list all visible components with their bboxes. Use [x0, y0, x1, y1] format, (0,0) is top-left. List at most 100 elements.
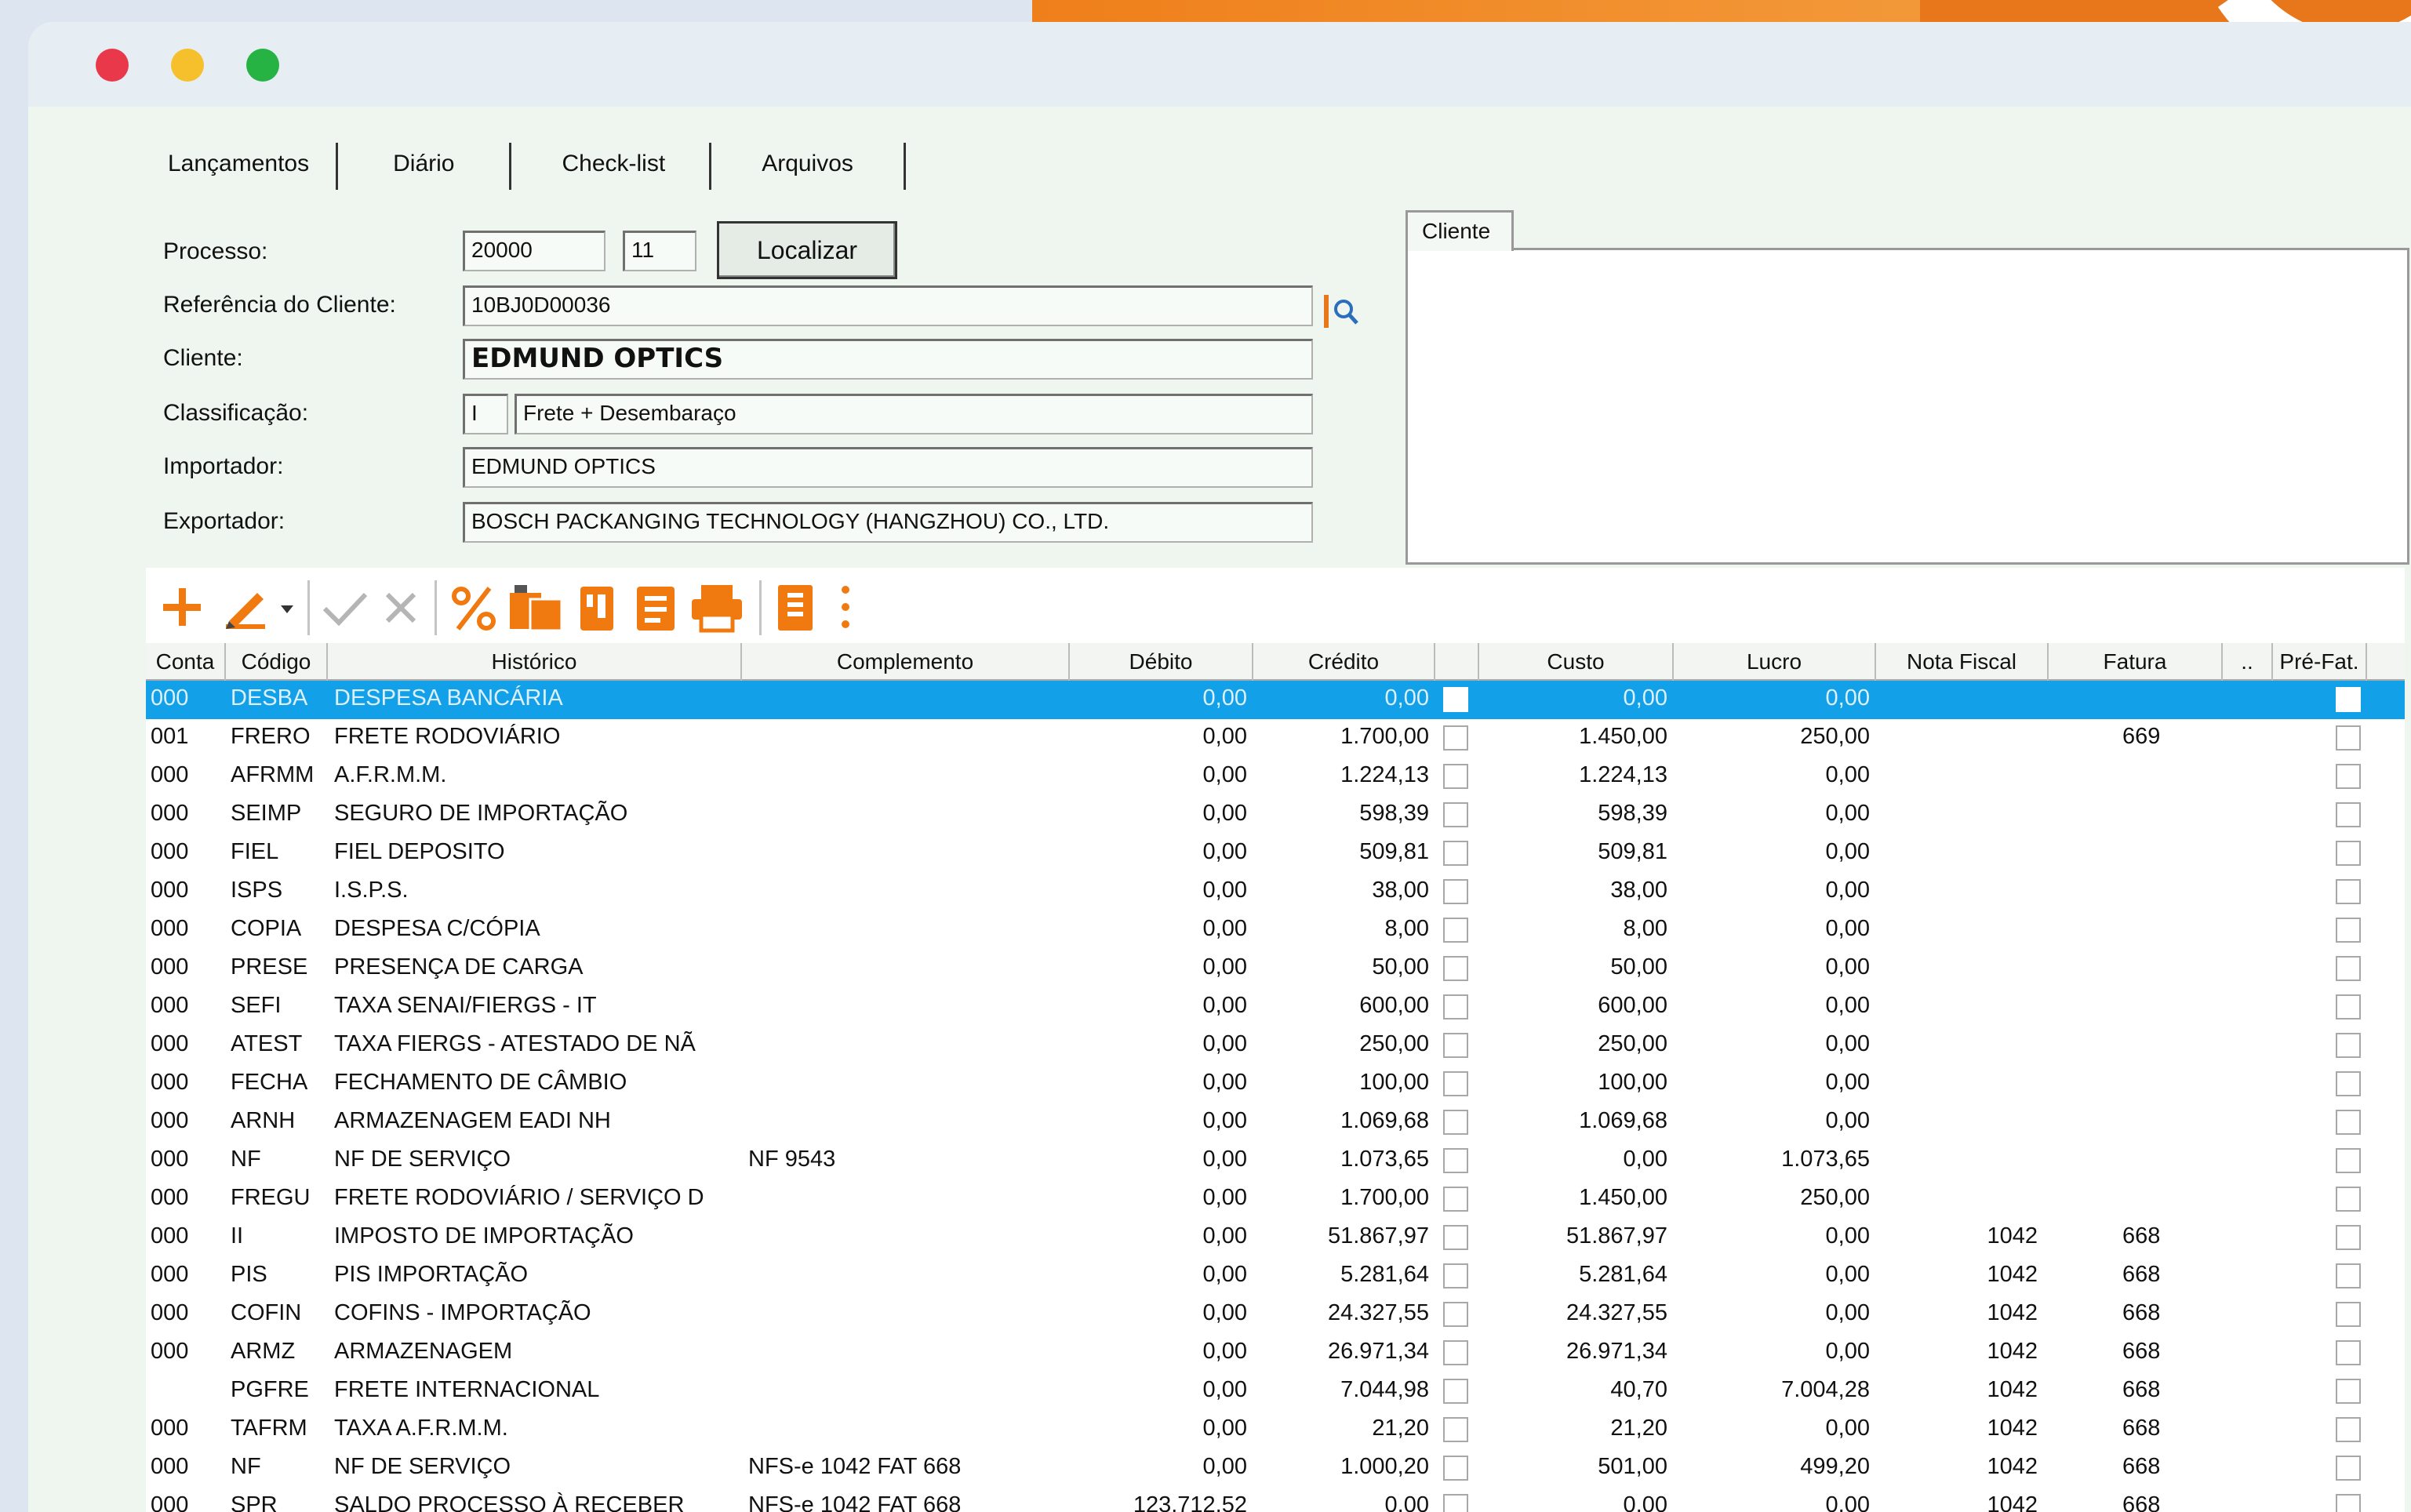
table-row[interactable]: 000 FIEL FIEL DEPOSITO 0,00 509,81 509,81 0,00 [146, 834, 2405, 873]
prefat-checkbox[interactable] [2336, 879, 2361, 904]
prefat-checkbox[interactable] [2336, 1417, 2361, 1442]
prefat-checkbox[interactable] [2336, 1263, 2361, 1288]
row-checkbox[interactable] [1443, 687, 1468, 712]
prefat-checkbox[interactable] [2336, 1071, 2361, 1096]
processo-input[interactable]: 20000 [463, 231, 605, 271]
table-row[interactable]: 000 FREGU FRETE RODOVIÁRIO / SERVIÇO D 0,00… [146, 1180, 2405, 1219]
report-icon[interactable] [632, 579, 679, 635]
processo-seq-input[interactable]: 11 [623, 231, 696, 271]
table-row[interactable]: 000 SEFI TAXA SENAI/FIERGS - IT 0,00 600,00 6… [146, 988, 2405, 1027]
referencia-input[interactable]: 10BJ0D00036 [463, 285, 1313, 326]
row-checkbox[interactable] [1443, 1225, 1468, 1250]
prefat-checkbox[interactable] [2336, 1302, 2361, 1327]
book-icon[interactable] [773, 579, 817, 635]
table-row[interactable]: PGFRE FRETE INTERNACIONAL 0,00 7.044,98 40,7… [146, 1372, 2405, 1411]
edit-icon[interactable] [221, 579, 273, 635]
tab-cliente[interactable]: Cliente [1406, 210, 1514, 251]
table-row[interactable]: 000 AFRMM A.F.R.M.M. 0,00 1.224,13 1.224,13 0,… [146, 758, 2405, 796]
row-checkbox[interactable] [1443, 994, 1468, 1020]
row-checkbox[interactable] [1443, 956, 1468, 981]
print-icon[interactable] [689, 579, 745, 635]
importador-field[interactable]: EDMUND OPTICS [463, 447, 1313, 488]
table-row[interactable]: 000 FECHA FECHAMENTO DE CÂMBIO 0,00 100,00 10… [146, 1065, 2405, 1103]
table-row[interactable]: 000 ISPS I.S.P.S. 0,00 38,00 38,00 0,00 [146, 873, 2405, 911]
table-row[interactable]: 000 NF NF DE SERVIÇO NF 9543 0,00 1.073,65 0,0… [146, 1142, 2405, 1180]
col-check-header[interactable] [1435, 643, 1479, 681]
tab-diario[interactable]: Diário [338, 143, 512, 190]
row-checkbox[interactable] [1443, 764, 1468, 789]
table-row[interactable]: 000 TAFRM TAXA A.F.R.M.M. 0,00 21,20 21,20 0,0… [146, 1411, 2405, 1449]
row-checkbox[interactable] [1443, 1187, 1468, 1212]
table-row[interactable]: 000 NF NF DE SERVIÇO NFS-e 1042 FAT 668 0,00… [146, 1449, 2405, 1488]
prefat-checkbox[interactable] [2336, 802, 2361, 827]
col-historico-header[interactable]: Histórico [328, 643, 742, 681]
prefat-checkbox[interactable] [2336, 1225, 2361, 1250]
prefat-checkbox[interactable] [2336, 687, 2361, 712]
row-checkbox[interactable] [1443, 802, 1468, 827]
col-debito-header[interactable]: Débito [1070, 643, 1253, 681]
row-checkbox[interactable] [1443, 1302, 1468, 1327]
tab-check-list[interactable]: Check-list [511, 143, 712, 190]
prefat-checkbox[interactable] [2336, 1148, 2361, 1173]
prefat-checkbox[interactable] [2336, 764, 2361, 789]
table-row[interactable]: 000 SEIMP SEGURO DE IMPORTAÇÃO 0,00 598,39 59… [146, 796, 2405, 834]
row-checkbox[interactable] [1443, 1110, 1468, 1135]
prefat-checkbox[interactable] [2336, 1494, 2361, 1512]
maximize-window-button[interactable] [246, 49, 279, 82]
classificacao-field[interactable]: Frete + Desembaraço [515, 394, 1313, 434]
col-nota-fiscal-header[interactable]: Nota Fiscal [1876, 643, 2049, 681]
prefat-checkbox[interactable] [2336, 1110, 2361, 1135]
folder-icon[interactable] [507, 579, 565, 635]
tab-lancamentos[interactable]: Lançamentos [146, 143, 339, 190]
close-window-button[interactable] [96, 49, 129, 82]
prefat-checkbox[interactable] [2336, 918, 2361, 943]
cancel-icon[interactable] [381, 579, 420, 635]
prefat-checkbox[interactable] [2336, 1033, 2361, 1058]
prefat-checkbox[interactable] [2336, 994, 2361, 1020]
minimize-window-button[interactable] [171, 49, 204, 82]
col-credito-header[interactable]: Crédito [1253, 643, 1435, 681]
row-checkbox[interactable] [1443, 1456, 1468, 1481]
table-row[interactable]: 000 ATEST TAXA FIERGS - ATESTADO DE NÃ 0,00… [146, 1027, 2405, 1065]
search-icon[interactable] [1322, 292, 1362, 331]
table-row[interactable]: 000 COPIA DESPESA C/CÓPIA 0,00 8,00 8,00 0,00 [146, 911, 2405, 950]
row-checkbox[interactable] [1443, 1148, 1468, 1173]
add-icon[interactable] [160, 579, 204, 635]
table-row[interactable]: 000 PIS PIS IMPORTAÇÃO 0,00 5.281,64 5.281,64… [146, 1257, 2405, 1296]
table-row[interactable]: 000 ARNH ARMAZENAGEM EADI NH 0,00 1.069,68 1.… [146, 1103, 2405, 1142]
prefat-checkbox[interactable] [2336, 841, 2361, 866]
confirm-icon[interactable] [320, 579, 370, 635]
exportador-field[interactable]: BOSCH PACKANGING TECHNOLOGY (HANGZHOU) C… [463, 502, 1313, 543]
document-icon[interactable] [577, 579, 616, 635]
row-checkbox[interactable] [1443, 725, 1468, 751]
col-custo-header[interactable]: Custo [1479, 643, 1674, 681]
row-checkbox[interactable] [1443, 1494, 1468, 1512]
table-row[interactable]: 000 II IMPOSTO DE IMPORTAÇÃO 0,00 51.867,97 5… [146, 1219, 2405, 1257]
prefat-checkbox[interactable] [2336, 725, 2361, 751]
table-row[interactable]: 000 COFIN COFINS - IMPORTAÇÃO 0,00 24.327,55… [146, 1296, 2405, 1334]
col-fatura-header[interactable]: Fatura [2049, 643, 2223, 681]
prefat-checkbox[interactable] [2336, 1340, 2361, 1365]
table-row[interactable]: 000 PRESE PRESENÇA DE CARGA 0,00 50,00 50,00 0… [146, 950, 2405, 988]
row-checkbox[interactable] [1443, 841, 1468, 866]
localizar-button[interactable]: Localizar [717, 221, 897, 279]
prefat-checkbox[interactable] [2336, 1379, 2361, 1404]
row-checkbox[interactable] [1443, 1071, 1468, 1096]
col-extra-header[interactable]: .. [2223, 643, 2273, 681]
prefat-checkbox[interactable] [2336, 956, 2361, 981]
more-icon[interactable] [836, 579, 855, 635]
percent-icon[interactable] [449, 579, 499, 635]
col-complemento-header[interactable]: Complemento [742, 643, 1070, 681]
row-checkbox[interactable] [1443, 918, 1468, 943]
row-checkbox[interactable] [1443, 1263, 1468, 1288]
prefat-checkbox[interactable] [2336, 1456, 2361, 1481]
prefat-checkbox[interactable] [2336, 1187, 2361, 1212]
row-checkbox[interactable] [1443, 1379, 1468, 1404]
row-checkbox[interactable] [1443, 1033, 1468, 1058]
table-row[interactable]: 000 DESBA DESPESA BANCÁRIA 0,00 0,00 0,00 0,00 [146, 681, 2405, 719]
table-row[interactable]: 000 ARMZ ARMAZENAGEM 0,00 26.971,34 26.971,34… [146, 1334, 2405, 1372]
table-row[interactable]: 001 FRERO FRETE RODOVIÁRIO 0,00 1.700,00 1.45… [146, 719, 2405, 758]
tab-arquivos[interactable]: Arquivos [711, 143, 906, 190]
row-checkbox[interactable] [1443, 1340, 1468, 1365]
table-row[interactable]: 000 SPR SALDO PROCESSO À RECEBER NFS-e 1042… [146, 1488, 2405, 1512]
